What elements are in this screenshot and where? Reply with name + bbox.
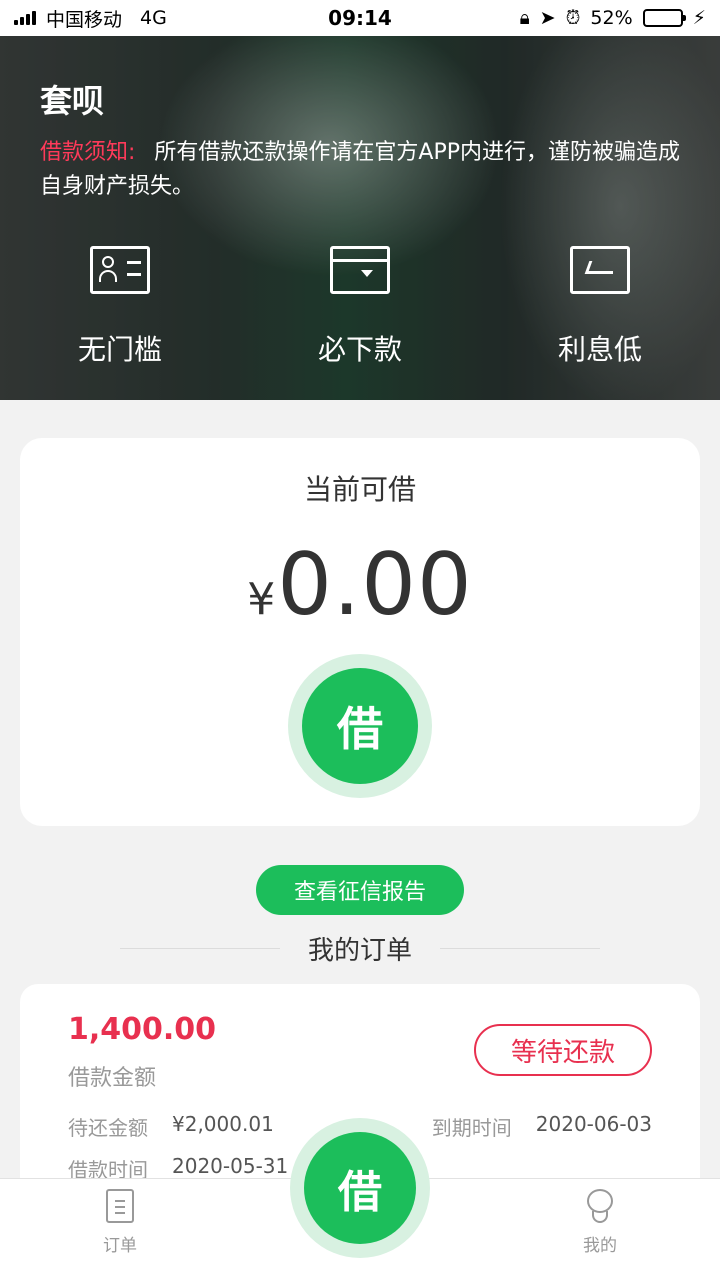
- order-status-badge[interactable]: 等待还款: [474, 1024, 652, 1076]
- orders-title: 我的订单: [307, 935, 412, 966]
- feature-low-interest: 利息低: [480, 246, 720, 368]
- signal-icon: [14, 11, 36, 25]
- amount-value: 0.00: [277, 535, 473, 635]
- tab-borrow-button[interactable]: 借: [304, 1132, 416, 1244]
- header-banner: 套呗 借款须知: 所有借款还款操作请在官方APP内进行，谨防被骗造成自身财产损失…: [0, 36, 720, 400]
- borrow-button[interactable]: 借: [302, 668, 418, 784]
- available-amount: ¥0.00: [20, 530, 700, 640]
- bank-card-icon: [330, 246, 390, 294]
- feature-no-threshold: 无门槛: [0, 246, 240, 368]
- status-time: 09:14: [328, 6, 392, 30]
- feature-list: 无门槛 必下款 利息低: [0, 246, 720, 368]
- currency-symbol: ¥: [247, 574, 276, 625]
- divider-left: [119, 947, 280, 949]
- battery-icon: [642, 9, 686, 27]
- status-right: 🔒︎ ➤ ⏰︎ 52% ⚡︎: [446, 7, 706, 29]
- status-left: 中国移动 4G: [14, 5, 274, 32]
- battery-percent: 52%: [590, 7, 633, 29]
- feature-label: 利息低: [557, 333, 642, 366]
- tab-orders-label: 订单: [103, 1236, 137, 1256]
- tab-borrow-halo: 借: [290, 1118, 430, 1258]
- charging-icon: ⚡︎: [692, 7, 706, 29]
- due-date-value: 2020-06-03: [535, 1112, 652, 1136]
- available-label: 当前可借: [303, 473, 416, 506]
- rotation-lock-icon: 🔒︎: [519, 7, 530, 29]
- id-card-icon: [90, 246, 150, 294]
- view-credit-report-button[interactable]: 查看征信报告: [256, 865, 464, 915]
- profile-icon: [585, 1189, 615, 1223]
- notice-label: 借款须知:: [40, 140, 136, 165]
- low-rate-icon: [570, 246, 630, 294]
- borrow-button-halo: 借: [288, 654, 432, 798]
- order-amount-label: 借款金额: [68, 1066, 157, 1091]
- due-date-row: 到期时间 2020-06-03: [432, 1112, 652, 1141]
- tab-me-label: 我的: [583, 1236, 617, 1256]
- orders-heading: 我的订单: [0, 928, 720, 968]
- carrier-name: 中国移动: [46, 8, 123, 31]
- notice-text: 所有借款还款操作请在官方APP内进行，谨防被骗造成自身财产损失。: [40, 140, 681, 199]
- divider-right: [440, 947, 600, 949]
- loan-notice: 借款须知: 所有借款还款操作请在官方APP内进行，谨防被骗造成自身财产损失。: [40, 136, 680, 204]
- network-type: 4G: [140, 7, 167, 29]
- loan-card: 当前可借 ¥0.00 借: [20, 438, 700, 826]
- feature-label: 无门槛: [77, 333, 162, 366]
- status-bar: 中国移动 4G 09:14 🔒︎ ➤ ⏰︎ 52% ⚡︎: [0, 0, 720, 36]
- repay-amount-label: 待还金额: [68, 1116, 148, 1140]
- location-icon: ➤: [539, 7, 556, 29]
- tab-orders[interactable]: 订单: [80, 1189, 160, 1256]
- tab-me[interactable]: 我的: [560, 1189, 640, 1256]
- repay-amount-value: ¥2,000.01: [172, 1112, 274, 1136]
- app-title: 套呗: [40, 82, 105, 120]
- order-amount: 1,400.00: [68, 1012, 217, 1047]
- feature-guaranteed: 必下款: [240, 246, 480, 368]
- feature-label: 必下款: [317, 333, 402, 366]
- due-date-label: 到期时间: [431, 1116, 512, 1140]
- order-list-icon: [106, 1189, 134, 1223]
- alarm-icon: ⏰︎: [565, 7, 581, 29]
- repay-amount-row: 待还金额 ¥2,000.01: [68, 1112, 274, 1141]
